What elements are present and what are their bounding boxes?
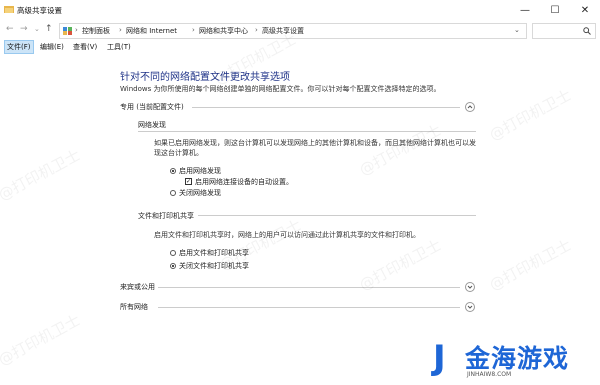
network-discovery-header: 网络发现 <box>138 121 166 129</box>
brand-logo-letter: J <box>433 338 446 378</box>
menu-edit[interactable]: 编辑(E) <box>38 41 66 53</box>
section-private-header[interactable]: 专用 (当前配置文件) <box>120 102 184 112</box>
menu-bar: 文件(F) 编辑(E) 查看(V) 工具(T) <box>0 40 600 54</box>
control-panel-icon <box>63 27 72 35</box>
subsection-divider <box>198 215 476 216</box>
section-all-networks-header[interactable]: 所有网络 <box>120 302 148 312</box>
page-title: 针对不同的网络配置文件更改共享选项 <box>120 72 290 83</box>
collapse-private-icon[interactable] <box>465 102 475 112</box>
breadcrumb-network-internet[interactable]: 网络和 Internet <box>126 26 177 36</box>
file-sharing-off-radio[interactable] <box>170 263 176 269</box>
maximize-button[interactable]: ☐ <box>540 0 570 20</box>
up-button[interactable]: ↑ <box>45 24 53 34</box>
brand-logo: J 金海游戏 JINHAIW8.COM <box>425 336 600 385</box>
auto-setup-checkbox[interactable]: ✓ <box>185 178 192 185</box>
section-guest-public-header[interactable]: 来宾或公用 <box>120 282 155 292</box>
watermark-text: @打印机卫士 <box>486 235 575 295</box>
menu-view[interactable]: 查看(V) <box>71 41 99 53</box>
search-input[interactable] <box>532 23 596 39</box>
expand-all-networks-icon[interactable] <box>465 302 475 312</box>
network-discovery-on-label[interactable]: 启用网络发现 <box>179 166 221 176</box>
breadcrumb-control-panel[interactable]: 控制面板 <box>82 26 110 36</box>
minimize-button[interactable]: — <box>510 0 540 20</box>
watermark-text: @打印机卫士 <box>0 310 84 370</box>
watermark-text: @打印机卫士 <box>486 85 575 145</box>
network-discovery-off-label[interactable]: 关闭网络发现 <box>179 188 221 198</box>
watermark-text: @打印机卫士 <box>0 145 84 205</box>
file-printer-sharing-header: 文件和打印机共享 <box>138 212 194 220</box>
section-divider <box>158 307 460 308</box>
window-title: 高级共享设置 <box>17 6 62 15</box>
file-sharing-on-radio[interactable] <box>170 250 176 256</box>
page-description: Windows 为你所使用的每个网络创建单独的网络配置文件。你可以针对每个配置文… <box>120 85 441 93</box>
forward-button[interactable]: → <box>20 24 28 34</box>
watermark-text: @打印机卫士 <box>216 215 305 275</box>
section-divider <box>192 107 460 108</box>
menu-file[interactable]: 文件(F) <box>4 40 34 54</box>
network-discovery-off-radio[interactable] <box>170 190 176 196</box>
title-bar: 高级共享设置 — ☐ ✕ <box>0 0 600 20</box>
close-button[interactable]: ✕ <box>570 0 600 20</box>
watermark-text: @打印机卫士 <box>356 235 445 295</box>
address-row: ← → ⌄ ↑ › 控制面板 › 网络和 Internet › 网络和共享中心 … <box>0 20 600 40</box>
auto-setup-label[interactable]: 启用网络连接设备的自动设置。 <box>195 177 293 187</box>
menu-tools[interactable]: 工具(T) <box>105 41 133 53</box>
expand-guest-icon[interactable] <box>465 282 475 292</box>
recent-pages-dropdown[interactable]: ⌄ <box>34 25 40 33</box>
network-discovery-on-radio[interactable] <box>170 168 176 174</box>
brand-name: 金海游戏 <box>465 344 570 373</box>
breadcrumb-network-sharing-center[interactable]: 网络和共享中心 <box>199 26 248 36</box>
back-button[interactable]: ← <box>6 24 14 34</box>
brand-url: JINHAIW8.COM <box>467 371 512 378</box>
search-icon <box>583 27 591 35</box>
network-folder-icon <box>4 6 14 13</box>
section-divider <box>158 287 460 288</box>
address-dropdown-icon[interactable]: ⌄ <box>514 26 520 34</box>
